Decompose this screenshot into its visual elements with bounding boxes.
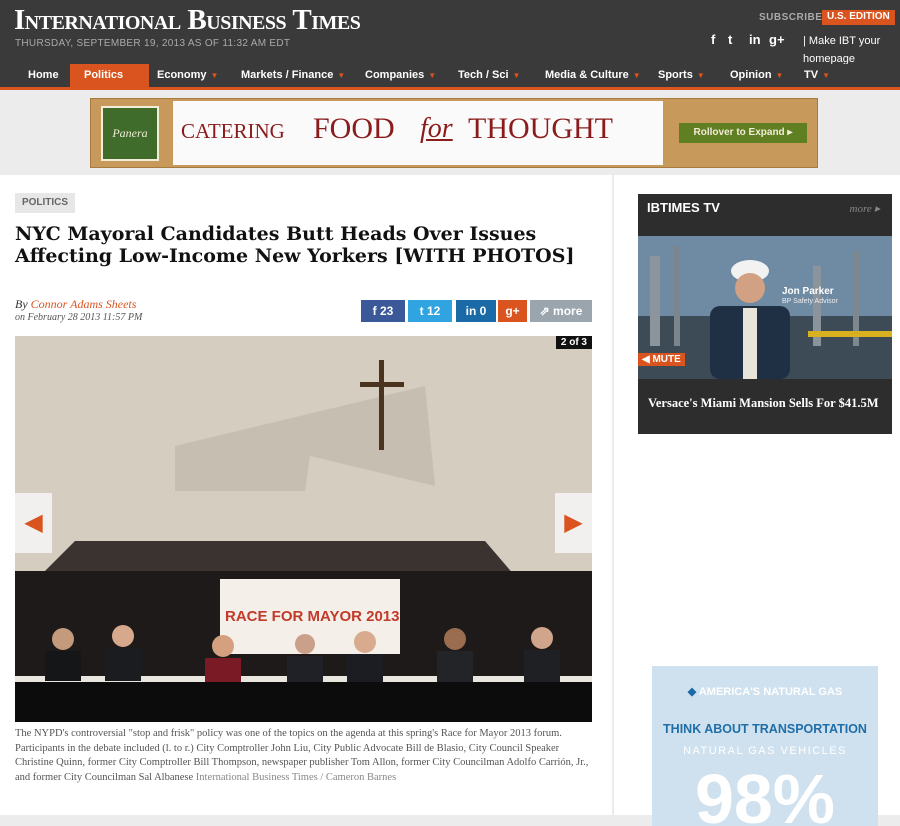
photo-illustration: RACE FOR MAYOR 2013 — [15, 336, 592, 722]
article-headline: NYC Mayoral Candidates Butt Heads Over I… — [15, 223, 575, 267]
chevron-down-icon: ▼ — [775, 71, 784, 80]
edition-badge[interactable]: U.S. EDITION — [822, 10, 895, 25]
video-lower-third-role: BP Safety Advisor — [782, 298, 838, 305]
chevron-down-icon: ▼ — [428, 71, 437, 80]
article-photo: RACE FOR MAYOR 2013 2 of 3 ◀ ▶ — [15, 336, 592, 722]
section-tag[interactable]: POLITICS — [15, 193, 75, 213]
tv-video-player[interactable]: Jon Parker BP Safety Advisor ◀ MUTE — [638, 236, 892, 379]
chevron-down-icon: ▼ — [337, 71, 346, 80]
article-date: on February 28 2013 11:57 PM — [15, 312, 143, 323]
photo-credit-link[interactable]: International Business Times / Cameron B… — [196, 772, 396, 783]
site-header: International Business Times THURSDAY, S… — [0, 0, 900, 65]
photo-next-button[interactable]: ▶ — [555, 493, 592, 553]
ad-rollover-button[interactable]: Rollover to Expand ▸ — [679, 123, 807, 143]
chevron-down-icon: ▼ — [210, 71, 219, 80]
nav-item-politics[interactable]: Politics ▼ — [70, 64, 150, 90]
linkedin-icon: in — [465, 304, 477, 318]
facebook-icon[interactable]: f — [711, 32, 715, 47]
google-plus-icon: g+ — [505, 304, 520, 318]
ad-catering-text: CATERING — [181, 119, 285, 143]
arrow-left-icon: ◀ — [24, 510, 43, 536]
ibtimes-tv-widget: IBTIMES TV more ▸ Jon Parker BP Safety A… — [638, 194, 892, 434]
nav-item-opinion[interactable]: Opinion ▼ — [730, 64, 783, 90]
linkedin-share-button[interactable]: in 0 — [456, 300, 496, 322]
catering-ad-banner[interactable]: Panera CATERING FOOD for THOUGHT Rollove… — [90, 98, 818, 168]
article-column: POLITICS NYC Mayoral Candidates Butt Hea… — [0, 175, 612, 815]
ad-area: Panera CATERING FOOD for THOUGHT Rollove… — [0, 93, 900, 175]
linkedin-icon[interactable]: in — [749, 32, 761, 47]
twitter-share-button[interactable]: t 12 — [408, 300, 452, 322]
tv-video-caption[interactable]: Versace's Miami Mansion Sells For $41.5M — [648, 396, 882, 410]
chevron-down-icon: ▼ — [512, 71, 521, 80]
ad-headline: THINK ABOUT TRANSPORTATION — [663, 722, 867, 736]
nav-item-economy[interactable]: Economy ▼ — [157, 64, 218, 90]
ad-brand: ◆ AMERICA'S NATURAL GAS — [687, 686, 843, 698]
flame-icon: ◆ — [687, 686, 697, 698]
arrow-right-icon: ▶ — [564, 510, 583, 536]
share-arrow-icon: ⇗ — [539, 304, 550, 318]
twitter-icon[interactable]: t — [728, 32, 732, 47]
panera-logo: Panera — [101, 106, 159, 161]
nav-item-markets[interactable]: Markets / Finance ▼ — [241, 64, 345, 90]
make-homepage-link[interactable]: | Make IBT your homepage — [803, 32, 893, 68]
chevron-down-icon: ▼ — [632, 71, 641, 80]
ad-for-text: for — [420, 113, 453, 144]
video-lower-third-name: Jon Parker — [782, 286, 834, 297]
nav-item-sports[interactable]: Sports ▼ — [658, 64, 705, 90]
header-dateline: THURSDAY, SEPTEMBER 19, 2013 AS OF 11:32… — [15, 38, 291, 49]
subscribe-link[interactable]: SUBSCRIBE — [759, 12, 822, 23]
photo-caption: The NYPD's controversial "stop and frisk… — [15, 728, 589, 783]
svg-text:RACE FOR MAYOR 2013: RACE FOR MAYOR 2013 — [225, 608, 400, 625]
nav-item-tech[interactable]: Tech / Sci ▼ — [458, 64, 520, 90]
nav-item-home[interactable]: Home — [28, 64, 59, 90]
natural-gas-ad[interactable]: ◆ AMERICA'S NATURAL GAS THINK ABOUT TRAN… — [652, 666, 878, 826]
ad-big-number: 98% — [694, 760, 836, 826]
twitter-icon: t — [419, 304, 424, 318]
nav-item-media[interactable]: Media & Culture ▼ — [545, 64, 641, 90]
author-link[interactable]: Connor Adams Sheets — [31, 297, 137, 311]
chevron-down-icon: ▼ — [127, 71, 136, 80]
ad-card: CATERING FOOD for THOUGHT — [173, 101, 663, 165]
mute-button[interactable]: ◀ MUTE — [638, 353, 685, 366]
photo-prev-button[interactable]: ◀ — [15, 493, 52, 553]
chevron-down-icon: ▼ — [696, 71, 705, 80]
photo-counter: 2 of 3 — [555, 336, 592, 349]
nav-item-tv[interactable]: TV ▼ — [804, 64, 830, 90]
ad-thought-text: THOUGHT — [468, 112, 613, 145]
site-logo[interactable]: International Business Times — [14, 4, 361, 37]
nav-item-companies[interactable]: Companies ▼ — [365, 64, 436, 90]
byline: By Connor Adams Sheets — [15, 297, 137, 311]
google-plus-icon[interactable]: g+ — [769, 32, 785, 47]
google-plus-share-button[interactable]: g+ — [498, 300, 527, 322]
tv-more-link[interactable]: more ▸ — [850, 202, 880, 215]
sidebar: IBTIMES TV more ▸ Jon Parker BP Safety A… — [614, 175, 900, 826]
tv-widget-title: IBTIMES TV — [647, 200, 720, 215]
facebook-share-button[interactable]: f 23 — [361, 300, 405, 322]
more-share-button[interactable]: ⇗ more — [530, 300, 592, 322]
facebook-icon: f — [372, 304, 377, 318]
ad-subline: NATURAL GAS VEHICLES — [683, 745, 847, 757]
ad-food-text: FOOD — [313, 112, 395, 145]
chevron-down-icon: ▼ — [822, 71, 830, 80]
main-nav: Home Politics ▼ Economy ▼ Markets / Financ… — [0, 64, 900, 90]
